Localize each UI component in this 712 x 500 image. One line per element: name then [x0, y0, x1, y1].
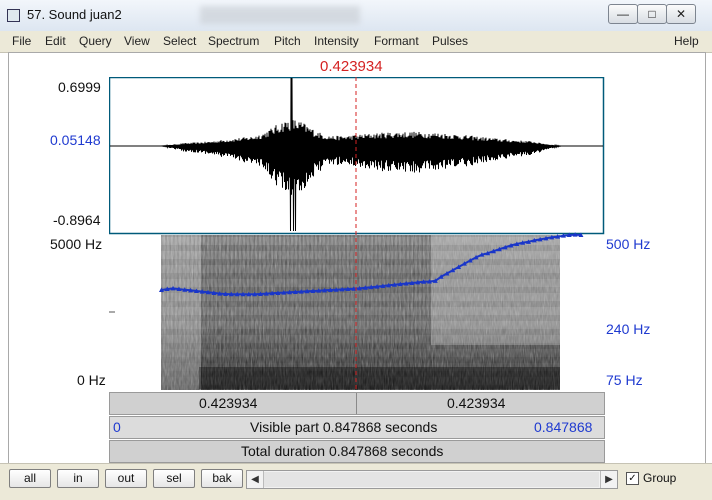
group-label: Group: [643, 471, 677, 485]
menu-query[interactable]: Query: [79, 34, 112, 48]
menu-edit[interactable]: Edit: [45, 34, 66, 48]
menu-pitch[interactable]: Pitch: [274, 34, 301, 48]
menu-bar: File Edit Query View Select Spectrum Pit…: [0, 31, 712, 53]
pitch-axis-bottom-label: 75 Hz: [606, 372, 643, 388]
waveform-max-label: 0.6999: [58, 79, 101, 95]
close-button[interactable]: ✕: [666, 4, 696, 24]
menu-pulses[interactable]: Pulses: [432, 34, 468, 48]
total-duration-bar[interactable]: Total duration 0.847868 seconds: [109, 440, 605, 463]
menu-view[interactable]: View: [124, 34, 150, 48]
left-segment-label: 0.423934: [199, 395, 258, 411]
spectrogram-image: [161, 235, 560, 390]
minimize-button[interactable]: —: [608, 4, 638, 24]
visible-part-text: Visible part 0.847868 seconds: [250, 419, 438, 435]
scroll-left-arrow[interactable]: ◀: [247, 471, 264, 488]
horizontal-scrollbar[interactable]: ◀ ▶: [246, 470, 618, 489]
visible-start-label: 0: [113, 419, 121, 435]
maximize-button[interactable]: □: [637, 4, 667, 24]
visible-end-label: 0.847868: [534, 419, 593, 435]
title-bar: 57. Sound juan2 — □ ✕: [0, 0, 712, 32]
window-title: 57. Sound juan2: [27, 7, 122, 22]
app-icon: [7, 9, 20, 22]
menu-intensity[interactable]: Intensity: [314, 34, 359, 48]
menu-help[interactable]: Help: [674, 34, 699, 48]
signal-svg[interactable]: [108, 76, 605, 392]
scroll-right-arrow[interactable]: ▶: [600, 471, 617, 488]
group-checkbox[interactable]: ✓: [626, 472, 639, 485]
menu-spectrum[interactable]: Spectrum: [208, 34, 259, 48]
waveform-mid-label: 0.05148: [50, 132, 101, 148]
zoom-sel-button[interactable]: sel: [153, 469, 195, 488]
spectrogram-top-freq-label: 5000 Hz: [50, 236, 103, 252]
pitch-axis-mid-label: 240 Hz: [606, 321, 651, 337]
selection-bar[interactable]: 0.423934 0.423934: [109, 392, 605, 415]
signal-view[interactable]: [108, 76, 605, 392]
zoom-out-button[interactable]: out: [105, 469, 147, 488]
menu-select[interactable]: Select: [163, 34, 196, 48]
scroll-thumb[interactable]: [264, 472, 599, 487]
visible-part-bar[interactable]: 0 Visible part 0.847868 seconds 0.847868: [109, 416, 605, 439]
zoom-all-button[interactable]: all: [9, 469, 51, 488]
bottom-toolbar: all in out sel bak ◀ ▶ ✓ Group: [0, 463, 712, 500]
waveform-min-label: -0.8964: [53, 212, 101, 228]
zoom-in-button[interactable]: in: [57, 469, 99, 488]
menu-formant[interactable]: Formant: [374, 34, 419, 48]
segment-divider: [356, 393, 357, 414]
right-segment-label: 0.423934: [447, 395, 506, 411]
zoom-back-button[interactable]: bak: [201, 469, 243, 488]
blurred-background: [200, 6, 360, 24]
cursor-time-label: 0.423934: [320, 58, 383, 75]
pitch-axis-top-label: 500 Hz: [606, 236, 651, 252]
menu-file[interactable]: File: [12, 34, 31, 48]
total-duration-text: Total duration 0.847868 seconds: [241, 443, 444, 459]
spectrogram-bottom-freq-label: 0 Hz: [77, 372, 106, 388]
